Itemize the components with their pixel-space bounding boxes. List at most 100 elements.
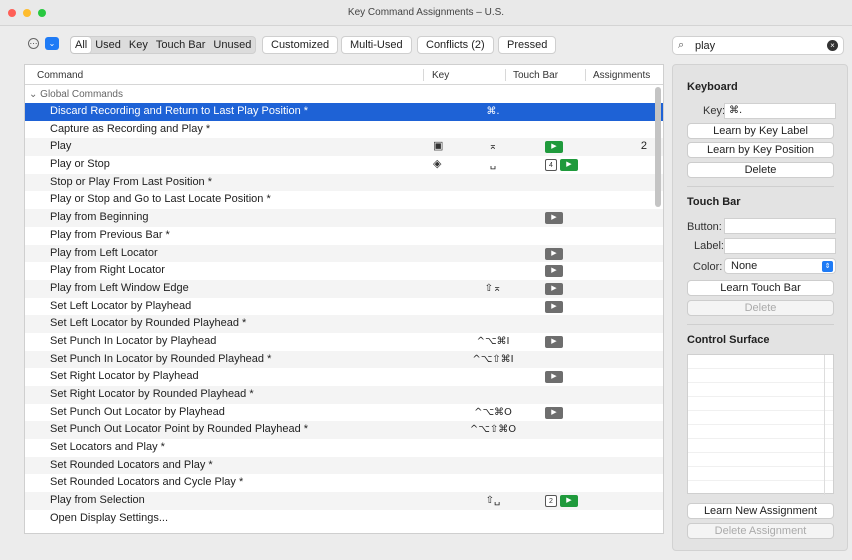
table-row[interactable]: Play from Beginning ▶	[25, 209, 663, 227]
touch-bar-play-icon: ▶	[560, 495, 578, 508]
column-header-assignments[interactable]: Assignments	[593, 70, 650, 81]
command-cell: Set Punch Out Locator by Playhead	[50, 405, 225, 418]
command-cell: Play from Left Locator	[50, 246, 158, 259]
table-row[interactable]: Play or Stop ◈ ␣ 4 ▶	[25, 156, 663, 174]
command-cell: Play	[50, 140, 72, 153]
table-row[interactable]: Play or Stop and Go to Last Locate Posit…	[25, 191, 663, 209]
touch-bar-play-icon: ▶	[545, 141, 563, 154]
pressed-button[interactable]: Pressed	[498, 36, 557, 54]
touch-bar-count-badge: 4	[545, 159, 557, 172]
disclosure-chevron-icon[interactable]: ⌄	[29, 89, 37, 100]
table-row[interactable]: Capture as Recording and Play *	[25, 121, 663, 139]
search-icon: ⌕	[678, 39, 685, 51]
toolbar: ⋯ ⌄ All Used Key Touch Bar Unused Custom…	[0, 26, 852, 62]
title-bar: Key Command Assignments – U.S.	[0, 0, 852, 26]
touch-bar-count-badge: 2	[545, 495, 557, 508]
command-cell: Set Locators and Play *	[50, 441, 165, 454]
command-cell: Set Punch Out Locator Point by Rounded P…	[50, 423, 309, 436]
table-row[interactable]: Set Right Locator by Playhead ▶	[25, 368, 663, 386]
table-rows: Discard Recording and Return to Last Pla…	[25, 103, 663, 528]
column-divider	[585, 69, 586, 81]
color-select[interactable]: None ⇕	[724, 258, 836, 274]
control-surface-list[interactable]	[687, 354, 834, 495]
window-title: Key Command Assignments – U.S.	[347, 7, 505, 18]
divider	[687, 324, 834, 325]
touch-bar-button-icon: ▶	[545, 300, 563, 313]
filter-used[interactable]: Used	[91, 37, 125, 53]
table-row[interactable]: Play ▣ ⌅ ▶ 2	[25, 138, 663, 157]
touch-bar-button-icon: ▶	[545, 265, 563, 278]
command-cell: Set Left Locator by Playhead	[50, 299, 192, 312]
table-row[interactable]: Set Punch In Locator by Playhead ^⌥⌘I ▶	[25, 333, 663, 351]
label-field[interactable]	[724, 238, 836, 254]
table-row[interactable]: Set Left Locator by Rounded Playhead *	[25, 315, 663, 333]
touch-bar-button-icon: ▶	[545, 247, 563, 260]
customized-button[interactable]: Customized	[262, 36, 339, 54]
options-dropdown-chevron-icon[interactable]: ⌄	[45, 37, 59, 50]
touch-bar-cell: ▶	[545, 265, 563, 278]
table-row[interactable]: Set Rounded Locators and Cycle Play *	[25, 474, 663, 492]
command-cell: Set Punch In Locator by Rounded Playhead…	[50, 352, 272, 365]
learn-new-assignment-button[interactable]: Learn New Assignment	[687, 503, 834, 519]
command-cell: Capture as Recording and Play *	[50, 122, 211, 135]
table-row[interactable]: Set Punch In Locator by Rounded Playhead…	[25, 350, 663, 369]
column-header-command[interactable]: Command	[37, 70, 83, 81]
search-input[interactable]: play	[695, 40, 715, 52]
table-row[interactable]: Play from Left Window Edge ⇧⌅ ▶	[25, 279, 663, 298]
table-row[interactable]: Set Punch Out Locator Point by Rounded P…	[25, 421, 663, 440]
learn-by-key-label-button[interactable]: Learn by Key Label	[687, 123, 834, 139]
table-row[interactable]: Open Display Settings...	[25, 510, 663, 528]
table-row[interactable]: Set Right Locator by Rounded Playhead *	[25, 386, 663, 404]
key-cell: ⇧␣	[485, 495, 501, 507]
table-row[interactable]: Play from Previous Bar *	[25, 227, 663, 245]
list-scrollbar[interactable]	[824, 355, 825, 495]
command-cell: Play from Beginning	[50, 211, 149, 224]
filter-touch-bar[interactable]: Touch Bar	[152, 37, 210, 53]
command-cell: Set Rounded Locators and Cycle Play *	[50, 476, 244, 489]
key-field[interactable]: ⌘.	[724, 103, 836, 119]
key-command-table[interactable]: Command Key Touch Bar Assignments ⌄ Glob…	[24, 64, 664, 534]
divider	[687, 186, 834, 187]
key-cell: ^⌥⇧⌘O	[469, 424, 517, 436]
command-cell: Open Display Settings...	[50, 511, 169, 524]
table-row[interactable]: Set Punch Out Locator by Playhead ^⌥⌘O ▶	[25, 404, 663, 422]
clear-search-icon[interactable]: ×	[827, 40, 838, 51]
table-row[interactable]: Play from Right Locator ▶	[25, 262, 663, 280]
table-row[interactable]: Discard Recording and Return to Last Pla…	[25, 103, 663, 121]
command-cell: Set Punch In Locator by Playhead	[50, 334, 217, 347]
command-cell: Set Left Locator by Rounded Playhead *	[50, 317, 247, 330]
table-scrollbar[interactable]	[655, 87, 661, 207]
filter-all[interactable]: All	[71, 37, 92, 53]
table-row[interactable]: Set Left Locator by Playhead ▶	[25, 298, 663, 316]
keyboard-heading: Keyboard	[687, 81, 738, 93]
keyboard-delete-button[interactable]: Delete	[687, 162, 834, 178]
touch-bar-button-icon: ▶	[545, 335, 563, 348]
layers-icon: ◈	[433, 158, 442, 171]
color-select-value: None	[731, 260, 758, 272]
options-icon[interactable]: ⋯	[28, 38, 39, 49]
conflicts-button[interactable]: Conflicts (2)	[417, 36, 494, 54]
column-header-key[interactable]: Key	[432, 70, 449, 81]
filter-key[interactable]: Key	[125, 37, 152, 53]
assignments-cell: 2	[640, 140, 647, 153]
multi-used-button[interactable]: Multi-Used	[341, 36, 412, 54]
search-field[interactable]: ⌕ play ×	[672, 36, 844, 55]
key-cell: ^⌥⌘I	[476, 335, 510, 347]
table-row[interactable]: Stop or Play From Last Position *	[25, 173, 663, 192]
command-cell: Play from Selection	[50, 494, 145, 507]
table-row[interactable]: Set Locators and Play *	[25, 439, 663, 457]
table-row[interactable]: Play from Left Locator ▶	[25, 244, 663, 263]
table-row[interactable]: Set Rounded Locators and Play *	[25, 456, 663, 475]
learn-by-key-position-button[interactable]: Learn by Key Position	[687, 142, 834, 158]
touch-bar-cell: ▶	[545, 212, 563, 225]
key-field-value: ⌘.	[729, 105, 743, 116]
touch-bar-cell: ▶	[545, 335, 563, 348]
filter-segmented-control: All Used Key Touch Bar Unused	[70, 36, 257, 54]
filter-unused[interactable]: Unused	[209, 37, 255, 53]
command-cell: Set Right Locator by Rounded Playhead *	[50, 388, 254, 400]
learn-touch-bar-button[interactable]: Learn Touch Bar	[687, 280, 834, 296]
table-row[interactable]: Play from Selection ⇧␣ 2 ▶	[25, 492, 663, 510]
column-header-touch-bar[interactable]: Touch Bar	[513, 70, 558, 81]
button-field[interactable]	[724, 218, 836, 234]
group-header-global-commands[interactable]: ⌄ Global Commands	[25, 86, 663, 103]
